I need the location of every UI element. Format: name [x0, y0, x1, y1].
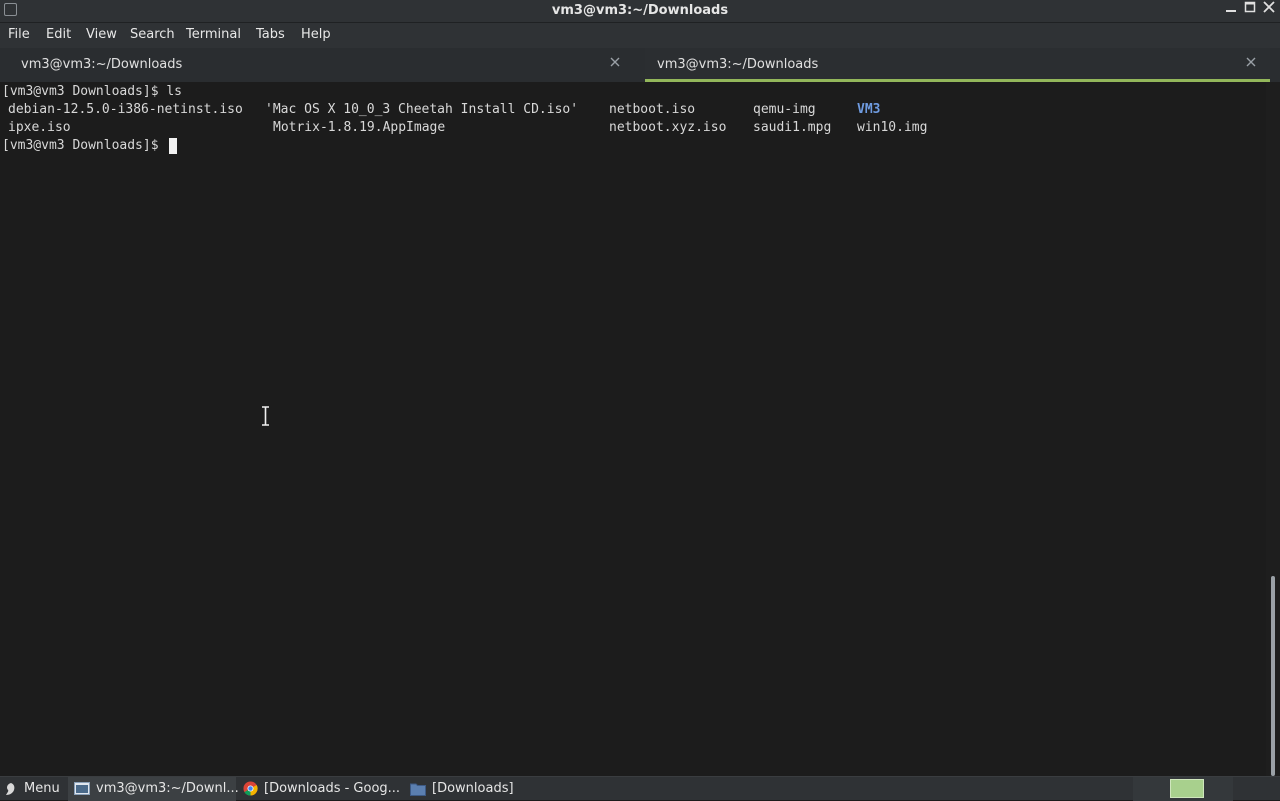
taskbar-item-label: [Downloads - Goog... — [264, 781, 401, 796]
menu-help[interactable]: Help — [301, 27, 331, 42]
folder-icon — [410, 783, 426, 796]
taskbar-item-label: vm3@vm3:~/Downl... — [96, 781, 239, 796]
ls-entry: ipxe.iso — [8, 120, 71, 135]
tab-2[interactable]: vm3@vm3:~/Downloads — [645, 48, 1270, 82]
tab-close-icon[interactable] — [610, 55, 620, 71]
terminal-scrollbar[interactable] — [1266, 82, 1280, 776]
ls-directory-entry: VM3 — [857, 102, 881, 117]
close-icon[interactable] — [1260, 1, 1278, 19]
ibeam-cursor-icon — [262, 406, 269, 426]
taskbar-item-files[interactable]: [Downloads] — [410, 777, 514, 801]
menu-terminal[interactable]: Terminal — [186, 27, 241, 42]
chrome-icon — [243, 781, 258, 796]
tab-label: vm3@vm3:~/Downloads — [657, 57, 819, 72]
taskbar-item-label: [Downloads] — [432, 781, 514, 796]
menu-icon — [6, 782, 15, 795]
tab-1[interactable]: vm3@vm3:~/Downloads — [0, 48, 636, 82]
tab-bar: vm3@vm3:~/Downloads vm3@vm3:~/Downloads — [0, 48, 1280, 82]
workspace-switcher — [1133, 777, 1233, 801]
menu-tabs[interactable]: Tabs — [256, 27, 285, 42]
menu-bar: File Edit View Search Terminal Tabs Help — [0, 23, 1280, 48]
maximize-icon[interactable] — [1241, 1, 1259, 19]
command-line: [vm3@vm3 Downloads]$ ls — [2, 84, 183, 99]
ls-entry: debian-12.5.0-i386-netinst.iso — [8, 102, 243, 117]
menu-search[interactable]: Search — [130, 27, 175, 42]
terminal-icon — [74, 782, 90, 795]
menu-label: Menu — [24, 781, 60, 796]
menu-edit[interactable]: Edit — [46, 27, 71, 42]
ls-entry: saudi1.mpg — [753, 120, 832, 135]
tab-close-icon[interactable] — [1246, 55, 1256, 71]
terminal-output[interactable]: [vm3@vm3 Downloads]$ ls debian-12.5.0-i3… — [0, 82, 1266, 776]
window-titlebar: vm3@vm3:~/Downloads — [0, 0, 1280, 23]
shell-prompt: [vm3@vm3 Downloads]$ — [2, 138, 167, 153]
text-cursor — [169, 138, 177, 154]
ls-entry: qemu-img — [753, 102, 816, 117]
ls-entry: Motrix-1.8.19.AppImage — [273, 120, 446, 135]
ls-entry: win10.img — [857, 120, 928, 135]
taskbar-item-terminal[interactable]: vm3@vm3:~/Downl... — [68, 777, 239, 801]
ls-entry: netboot.xyz.iso — [609, 120, 727, 135]
scrollbar-thumb[interactable] — [1271, 576, 1275, 776]
window-title: vm3@vm3:~/Downloads — [551, 3, 729, 18]
ls-entry: netboot.iso — [609, 102, 696, 117]
menu-file[interactable]: File — [8, 27, 30, 42]
minimize-icon[interactable] — [1222, 1, 1240, 19]
start-menu-button[interactable]: Menu — [4, 777, 60, 801]
taskbar-item-chrome[interactable]: [Downloads - Goog... — [243, 777, 400, 801]
menu-view[interactable]: View — [86, 27, 117, 42]
workspace-1[interactable] — [1170, 779, 1204, 798]
taskbar: Menu vm3@vm3:~/Downl... [Downloads - Goo… — [0, 776, 1280, 801]
tab-label: vm3@vm3:~/Downloads — [21, 57, 183, 72]
ls-entry: 'Mac OS X 10_0_3 Cheetah Install CD.iso' — [265, 102, 579, 117]
